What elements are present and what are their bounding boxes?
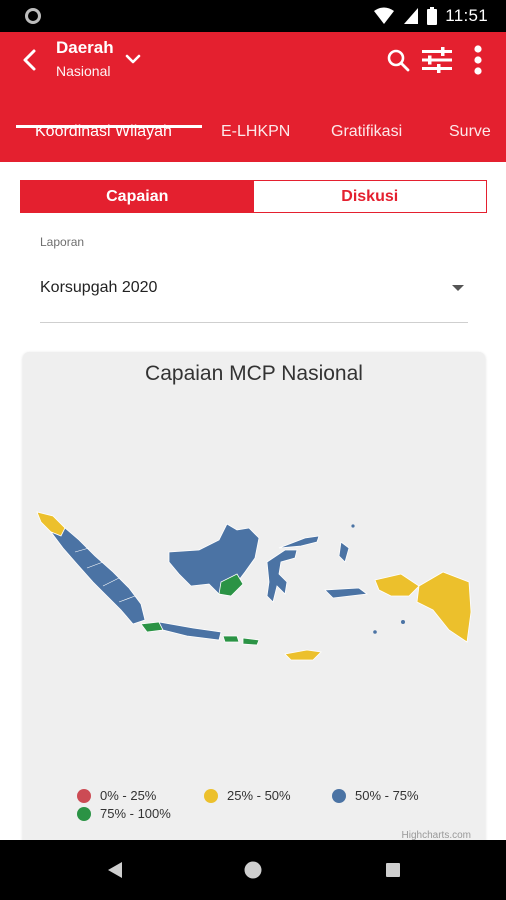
notification-dot-icon xyxy=(25,8,41,24)
tab-e-lhkpn[interactable]: E-LHKPN xyxy=(221,104,290,160)
legend-label: 0% - 25% xyxy=(100,788,157,803)
report-field-label: Laporan xyxy=(40,235,85,249)
legend-dot-icon xyxy=(332,788,346,803)
search-icon xyxy=(387,49,410,72)
legend-label: 25% - 50% xyxy=(227,788,291,803)
more-vert-icon xyxy=(474,45,482,75)
page-title: Daerah xyxy=(56,38,114,57)
region-papua[interactable] xyxy=(416,571,472,643)
search-button[interactable] xyxy=(382,44,414,76)
wifi-icon xyxy=(374,7,395,24)
region-papua-west[interactable] xyxy=(374,573,420,597)
status-bar: 11:51 xyxy=(0,0,506,32)
tab-gratifikasi[interactable]: Gratifikasi xyxy=(331,104,402,160)
chart-title: Capaian MCP Nasional xyxy=(145,362,363,385)
legend-dot-icon xyxy=(77,806,91,821)
tab-survei[interactable]: Surve xyxy=(449,104,491,160)
legend-dot-icon xyxy=(204,788,218,803)
region-nusa-tenggara[interactable] xyxy=(222,635,260,646)
tab-bar: Koordinasi Wilayah E-LHKPN Gratifikasi S… xyxy=(0,104,506,160)
status-time: 11:51 xyxy=(445,6,488,25)
region-sumatra[interactable] xyxy=(49,527,146,625)
region-island[interactable] xyxy=(373,630,377,634)
nav-home-icon xyxy=(244,861,262,879)
legend-label: 50% - 75% xyxy=(355,788,419,803)
nav-back-icon xyxy=(108,862,122,878)
arrow-back-icon xyxy=(23,49,36,71)
app-bar: Daerah Nasional Koordinasi Wilayah E-LHK… xyxy=(0,32,506,162)
region-sulawesi-north[interactable] xyxy=(278,535,320,549)
nav-recents-icon xyxy=(386,863,400,877)
tab-koordinasi-wilayah[interactable]: Koordinasi Wilayah xyxy=(35,104,172,160)
legend-item[interactable]: 25% - 50% xyxy=(204,788,291,803)
region-island[interactable] xyxy=(351,524,355,528)
field-underline xyxy=(40,322,468,323)
legend-item[interactable]: 0% - 25% xyxy=(77,788,156,803)
legend-label: 75% - 100% xyxy=(100,806,171,821)
segmented-control: Capaian Diskusi xyxy=(20,180,487,213)
battery-icon xyxy=(427,7,438,25)
nav-back-button[interactable] xyxy=(102,857,128,883)
navigation-bar xyxy=(0,840,506,900)
chart-legend: 0% - 25% 25% - 50% 50% - 75% 75% - 100% xyxy=(23,788,485,828)
status-icons: 11:51 xyxy=(373,4,488,28)
filter-button[interactable] xyxy=(421,44,453,76)
legend-item[interactable]: 50% - 75% xyxy=(332,788,419,803)
chevron-down-icon xyxy=(125,54,141,64)
more-options-button[interactable] xyxy=(462,44,494,76)
report-select[interactable]: Korsupgah 2020 xyxy=(40,279,157,297)
region-title[interactable]: Daerah Nasional xyxy=(56,38,114,80)
region-dropdown-button[interactable] xyxy=(122,48,144,70)
tune-icon xyxy=(422,47,452,73)
cell-signal-icon xyxy=(404,8,419,24)
back-button[interactable] xyxy=(14,44,46,76)
tab-indicator xyxy=(16,125,202,128)
nav-home-button[interactable] xyxy=(240,857,266,883)
legend-dot-icon xyxy=(77,788,91,803)
region-sulawesi[interactable] xyxy=(266,549,298,603)
region-java-central[interactable] xyxy=(158,621,222,641)
chart-card: Capaian MCP Nasional 0% - 25% 25% - 50% … xyxy=(23,352,485,852)
indonesia-map[interactable] xyxy=(23,502,485,682)
nav-recents-button[interactable] xyxy=(380,857,406,883)
segment-capaian[interactable]: Capaian xyxy=(21,181,254,212)
page-subtitle: Nasional xyxy=(56,63,111,79)
region-maluku[interactable] xyxy=(324,541,369,599)
region-kalimantan[interactable] xyxy=(168,523,260,595)
legend-item[interactable]: 75% - 100% xyxy=(77,806,171,821)
region-island[interactable] xyxy=(401,620,405,624)
region-ntt[interactable] xyxy=(284,649,322,661)
segment-diskusi[interactable]: Diskusi xyxy=(253,181,486,212)
dropdown-arrow-icon[interactable] xyxy=(452,285,464,291)
